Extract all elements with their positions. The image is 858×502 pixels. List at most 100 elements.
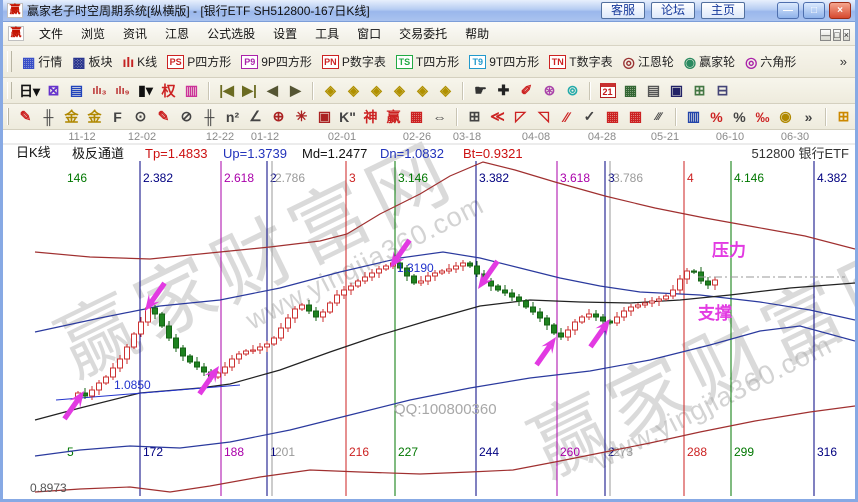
compass-button[interactable]: ⊘ bbox=[176, 107, 197, 127]
zoom-both-button[interactable]: ◈ bbox=[366, 81, 387, 101]
zoom-left-button[interactable]: ◈ bbox=[320, 81, 341, 101]
prev-button[interactable]: ◀ bbox=[262, 81, 283, 101]
zoom-star-button[interactable]: ◈ bbox=[412, 81, 433, 101]
trend-lines-button[interactable]: ∕∕ bbox=[556, 107, 577, 127]
save-button[interactable]: ▣ bbox=[666, 81, 687, 101]
kline-chart[interactable]: 赢家财富网 赢家财富网www.yingjia360.comwww.yingjia3… bbox=[3, 130, 855, 499]
num-grid-button[interactable]: ▦ bbox=[406, 107, 427, 127]
calculator-button[interactable]: ▦ bbox=[620, 81, 641, 101]
star-tool-button[interactable]: ✳ bbox=[291, 107, 312, 127]
grid-tool-2-button[interactable]: ╫ bbox=[199, 107, 220, 127]
fan-box-2-button[interactable]: ◹ bbox=[533, 107, 554, 127]
percent-button[interactable]: % bbox=[729, 107, 750, 127]
target-button[interactable]: ⊕ bbox=[268, 107, 289, 127]
candle-style-button[interactable]: ▮▾ bbox=[135, 81, 156, 101]
toolbar1-item-9[interactable]: ◎ 江恩轮 bbox=[618, 50, 679, 73]
notepad-button[interactable]: ▤ bbox=[643, 81, 664, 101]
yellow-grid-button[interactable]: ⊞ bbox=[833, 107, 854, 127]
date-label: 02-26 bbox=[403, 131, 431, 143]
toolbar1-item-8[interactable]: TN T数字表 bbox=[544, 50, 617, 73]
toolbar1-item-2[interactable]: ılı K线 bbox=[118, 50, 163, 73]
hand-tool-button[interactable]: ☛ bbox=[470, 81, 491, 101]
h-measure-button[interactable]: ⇔ bbox=[429, 107, 450, 127]
toolbar1-item-5[interactable]: PN P数字表 bbox=[317, 50, 391, 73]
last-button[interactable]: ▶| bbox=[239, 81, 260, 101]
toolbar1-item-10[interactable]: ◉ 赢家轮 bbox=[679, 50, 740, 73]
menu-item-5[interactable]: 设置 bbox=[264, 25, 306, 43]
close-button[interactable]: × bbox=[829, 2, 851, 19]
color-chart-button[interactable]: ▥ bbox=[181, 81, 202, 101]
permille-button[interactable]: ‰ bbox=[752, 107, 773, 127]
red-grid-1-button[interactable]: ▦ bbox=[602, 107, 623, 127]
k-quote-button[interactable]: K" bbox=[337, 107, 358, 127]
net-2-button[interactable]: ⊟ bbox=[712, 81, 733, 101]
ratio-bars-button[interactable]: ▥ bbox=[683, 107, 704, 127]
flower-tool-button[interactable]: ⊛ bbox=[539, 81, 560, 101]
info-list-button[interactable]: ▤ bbox=[66, 81, 87, 101]
menu-item-0[interactable]: 文件 bbox=[30, 25, 72, 43]
toolbar1-item-0[interactable]: ▦ 行情 bbox=[17, 50, 67, 73]
menu-item-6[interactable]: 工具 bbox=[306, 25, 348, 43]
net-1-button[interactable]: ⊞ bbox=[689, 81, 710, 101]
candle-body bbox=[635, 304, 641, 308]
chip-distribution-button[interactable]: ⊠ bbox=[43, 81, 64, 101]
percent-strike-button[interactable]: % bbox=[706, 107, 727, 127]
titlebar-link-2[interactable]: 主页 bbox=[700, 2, 745, 19]
zoom-in-button[interactable]: ◈ bbox=[389, 81, 410, 101]
toolbar1-item-1[interactable]: ▩ 板块 bbox=[67, 50, 117, 73]
gann-fan-button[interactable]: ≪ bbox=[487, 107, 508, 127]
first-button[interactable]: |◀ bbox=[216, 81, 237, 101]
red-grid-2-button[interactable]: ▦ bbox=[625, 107, 646, 127]
menu-item-4[interactable]: 公式选股 bbox=[198, 25, 264, 43]
indicator-name[interactable]: 极反通道 bbox=[72, 146, 124, 161]
adjust-rights-button[interactable]: 权 bbox=[158, 81, 179, 101]
minimize-button[interactable]: — bbox=[777, 2, 799, 19]
bars-3-button[interactable]: ılı₃ bbox=[89, 81, 110, 101]
pencil-2-button[interactable]: ✎ bbox=[153, 107, 174, 127]
brain-tool-button[interactable]: ⊚ bbox=[562, 81, 583, 101]
toolbar-overflow-chevron[interactable]: » bbox=[834, 54, 853, 69]
calendar-button[interactable]: 21 bbox=[597, 81, 618, 101]
toolbar1-item-11[interactable]: ◎ 六角形 bbox=[740, 50, 801, 73]
titlebar-link-0[interactable]: 客服 bbox=[600, 2, 645, 19]
parallel-lines-button[interactable]: ∕∕∕ bbox=[648, 107, 669, 127]
v-lines-button[interactable]: ✓ bbox=[579, 107, 600, 127]
grid-tool-button[interactable]: ╫ bbox=[38, 107, 59, 127]
next-button[interactable]: ▶ bbox=[285, 81, 306, 101]
n-square-button[interactable]: n² bbox=[222, 107, 243, 127]
toolbar1-item-7[interactable]: T9 9T四方形 bbox=[464, 50, 544, 73]
fan-box-1-button[interactable]: ◸ bbox=[510, 107, 531, 127]
menu-item-8[interactable]: 交易委托 bbox=[390, 25, 456, 43]
toolbar1-item-6[interactable]: TS T四方形 bbox=[391, 50, 464, 73]
spiral-button[interactable]: ⊙ bbox=[130, 107, 151, 127]
menu-item-1[interactable]: 浏览 bbox=[72, 25, 114, 43]
maximize-button[interactable]: □ bbox=[803, 2, 825, 19]
gold-grid-1-button[interactable]: 金 bbox=[61, 107, 82, 127]
ying-grid-button[interactable]: 赢 bbox=[383, 107, 404, 127]
line-draw-button[interactable]: ✐ bbox=[516, 81, 537, 101]
child-restore-button[interactable]: □ bbox=[833, 28, 841, 41]
f-grid-button[interactable]: F bbox=[107, 107, 128, 127]
zoom-all-button[interactable]: ◈ bbox=[435, 81, 456, 101]
period-selector-button[interactable]: 日▾ bbox=[18, 81, 41, 101]
more-1-button[interactable]: » bbox=[798, 107, 819, 127]
gold-coin-button[interactable]: ◉ bbox=[775, 107, 796, 127]
gold-grid-2-button[interactable]: 金 bbox=[84, 107, 105, 127]
shen-grid-button[interactable]: 神 bbox=[360, 107, 381, 127]
toolbar1-item-3[interactable]: PS P四方形 bbox=[162, 50, 236, 73]
toolbar1-item-4[interactable]: P9 9P四方形 bbox=[236, 50, 317, 73]
menu-item-7[interactable]: 窗口 bbox=[348, 25, 390, 43]
child-minimize-button[interactable]: — bbox=[820, 28, 832, 41]
box-target-button[interactable]: ▣ bbox=[314, 107, 335, 127]
frame-tool-button[interactable]: ⊞ bbox=[464, 107, 485, 127]
titlebar-link-1[interactable]: 论坛 bbox=[650, 2, 695, 19]
menu-item-3[interactable]: 江恩 bbox=[156, 25, 198, 43]
menu-item-9[interactable]: 帮助 bbox=[456, 25, 498, 43]
zoom-right-button[interactable]: ◈ bbox=[343, 81, 364, 101]
crosshair-tool-button[interactable]: ✚ bbox=[493, 81, 514, 101]
child-close-button[interactable]: × bbox=[842, 28, 850, 41]
angle-tool-button[interactable]: ∠ bbox=[245, 107, 266, 127]
bars-9-button[interactable]: ılı₉ bbox=[112, 81, 133, 101]
pencil-button[interactable]: ✎ bbox=[15, 107, 36, 127]
menu-item-2[interactable]: 资讯 bbox=[114, 25, 156, 43]
